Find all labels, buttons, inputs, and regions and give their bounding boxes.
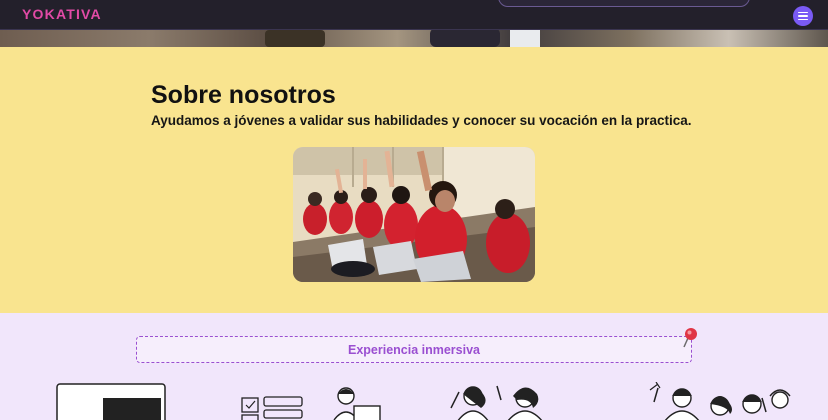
pushpin-icon <box>683 328 697 348</box>
navbar: YOKATIVA <box>0 0 828 30</box>
about-section: Sobre nosotros Ayudamos a jóvenes a vali… <box>0 47 828 313</box>
experience-badge: Experiencia inmersiva <box>136 336 692 363</box>
experience-label: Experiencia inmersiva <box>347 342 481 357</box>
classroom-photo <box>293 147 535 282</box>
section-title: Sobre nosotros <box>151 81 336 109</box>
hamburger-icon <box>798 11 808 14</box>
nav-pill <box>498 0 750 7</box>
team-illustration <box>649 382 791 420</box>
section-subtitle: Ayudamos a jóvenes a validar sus habilid… <box>151 113 692 128</box>
remote-work-illustration <box>241 387 381 420</box>
students-celebrating-illustration <box>450 385 543 420</box>
brand-logo[interactable]: YOKATIVA <box>22 6 102 22</box>
laptop-illustration <box>56 383 166 420</box>
menu-button[interactable] <box>793 6 813 26</box>
